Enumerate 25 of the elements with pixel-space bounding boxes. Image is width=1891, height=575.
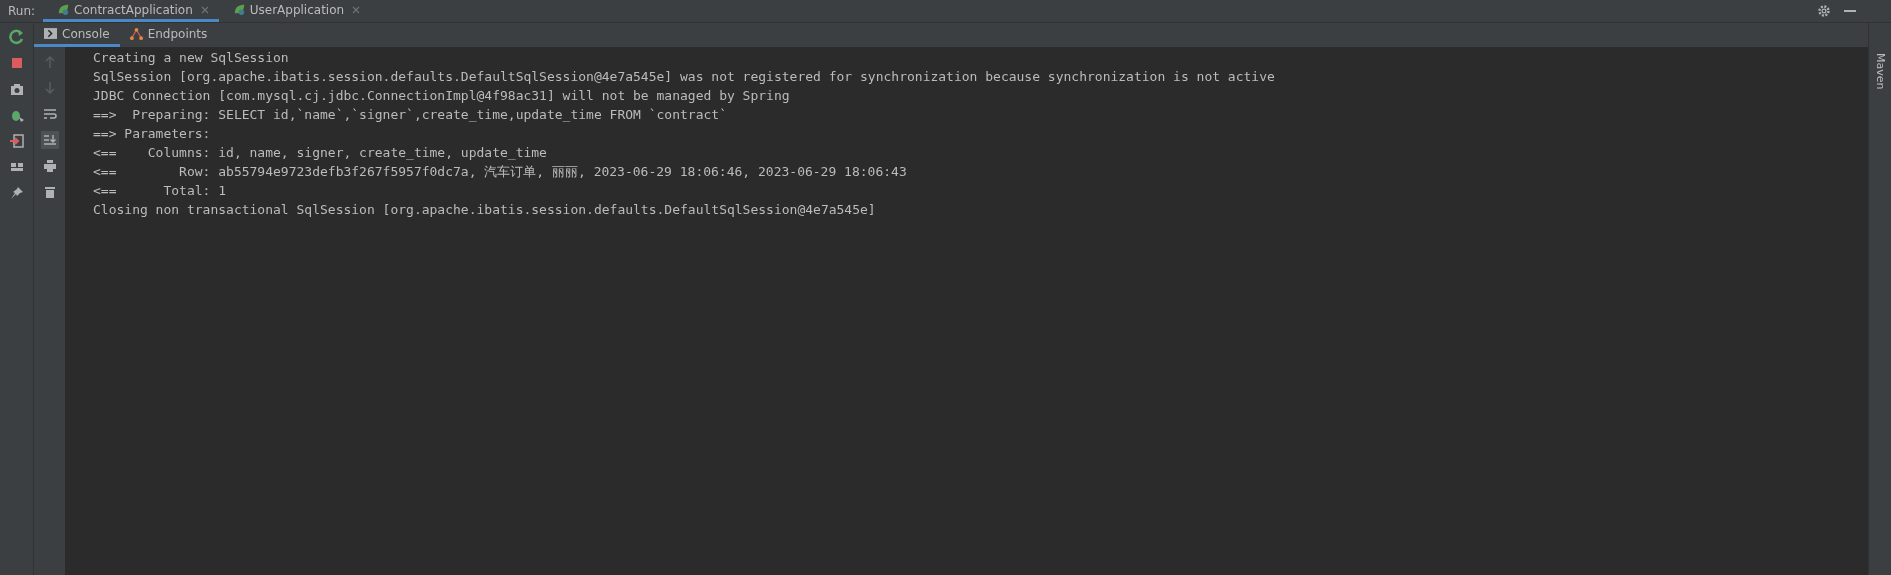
console-line: ==> Preparing: SELECT id,`name`,`signer`,create_time,update_time FROM `contract` (93, 106, 728, 124)
run-tab[interactable]: UserApplication (218, 0, 371, 22)
console-line: JDBC Connection [com.mysql.cj.jdbc.ConnectionImpl@4f98ac31] will not be managed by Spring (93, 87, 791, 105)
leaf-icon (57, 3, 71, 16)
exit-icon[interactable] (8, 133, 25, 149)
terminal-icon (44, 27, 57, 40)
close-icon[interactable] (352, 5, 361, 14)
rerun-icon[interactable] (8, 29, 25, 45)
run-label: Run: (7, 3, 37, 20)
pin-icon[interactable] (8, 185, 25, 201)
console-line: Creating a new SqlSession (93, 49, 290, 67)
console-line: SqlSession [org.apache.ibatis.session.defaults.DefaultSqlSession@4e7a545e] was not registered for synchronization because synchronization is not active (93, 68, 1276, 86)
maven-tool-tab[interactable]: Maven (1873, 53, 1887, 90)
console-line: ==> Parameters: (93, 125, 212, 143)
scroll-to-end-icon[interactable] (40, 131, 59, 149)
console-tab[interactable]: Endpoints (119, 23, 218, 47)
close-icon[interactable] (200, 5, 209, 14)
leaf-icon (232, 3, 246, 16)
console-line: <== Row: ab55794e9723defb3f267f5957f0dc7a, 汽车订单, 丽丽, 2023-06-29 18:06:46, 2023-06-29 18:06:43 (93, 163, 908, 181)
settings-icon[interactable] (1817, 4, 1831, 18)
console-line: <== Total: 1 (93, 182, 228, 200)
console-line: <== Columns: id, name, signer, create_time, update_time (93, 144, 548, 162)
network-icon (129, 27, 143, 40)
camera-icon[interactable] (8, 81, 25, 97)
console-line: Closing non transactional SqlSession [org.apache.ibatis.session.defaults.DefaultSqlSession@4e7a545e] (93, 201, 877, 219)
